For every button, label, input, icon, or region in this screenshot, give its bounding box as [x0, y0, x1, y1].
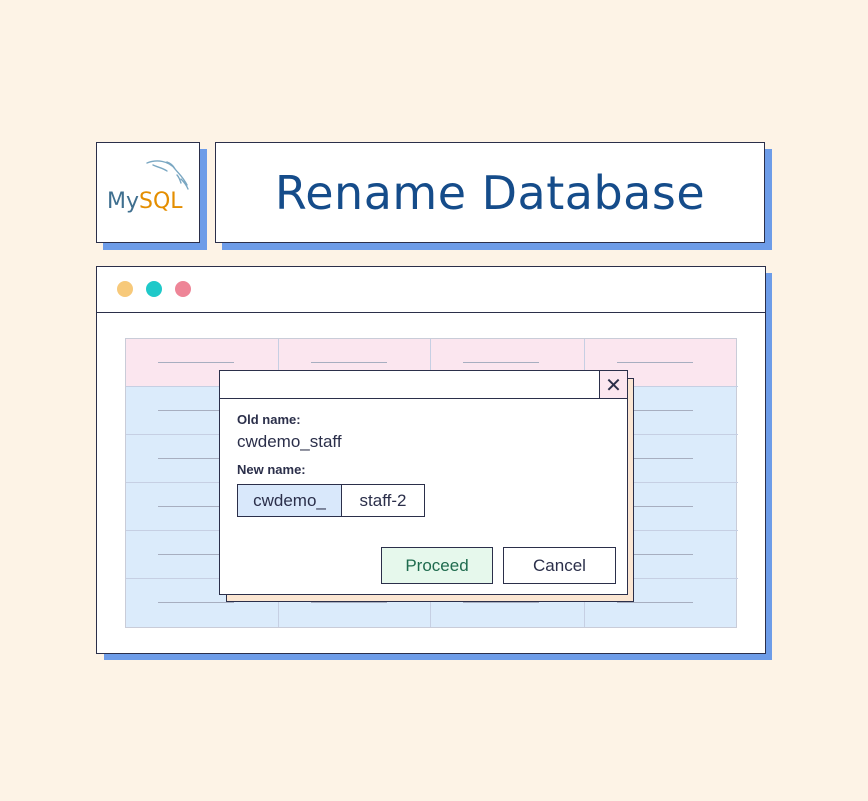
cancel-button[interactable]: Cancel — [503, 547, 616, 584]
cell-placeholder-line — [311, 362, 387, 363]
close-icon: ✕ — [605, 372, 622, 397]
new-name-input[interactable]: staff-2 — [341, 484, 425, 517]
mysql-logo-card: MySQL — [96, 142, 200, 243]
cell-placeholder-line — [617, 362, 693, 363]
old-name-label: Old name: — [237, 412, 301, 427]
close-button[interactable]: ✕ — [599, 371, 627, 398]
cell-placeholder-line — [463, 362, 539, 363]
dialog-titlebar: ✕ — [220, 371, 627, 399]
proceed-button[interactable]: Proceed — [381, 547, 493, 584]
mysql-logo-text: MySQL — [107, 189, 183, 214]
rename-dialog: ✕ Old name: cwdemo_staff New name: cwdem… — [219, 370, 628, 595]
window-dot-pink[interactable] — [175, 281, 191, 297]
title-card: Rename Database — [215, 142, 765, 243]
logo-text-my: My — [107, 189, 140, 214]
mysql-dolphin-icon — [146, 160, 189, 190]
cell-placeholder-line — [311, 602, 387, 603]
cell-placeholder-line — [158, 602, 234, 603]
cell-placeholder-line — [158, 362, 234, 363]
cell-placeholder-line — [463, 602, 539, 603]
page-title: Rename Database — [274, 165, 706, 220]
window-dot-teal[interactable] — [146, 281, 162, 297]
new-name-label: New name: — [237, 462, 306, 477]
old-name-value: cwdemo_staff — [237, 432, 342, 451]
logo-text-sql: SQL — [139, 189, 183, 214]
window-dot-yellow[interactable] — [117, 281, 133, 297]
new-name-prefix: cwdemo_ — [237, 484, 342, 517]
cell-placeholder-line — [617, 602, 693, 603]
window-titlebar — [97, 267, 765, 313]
